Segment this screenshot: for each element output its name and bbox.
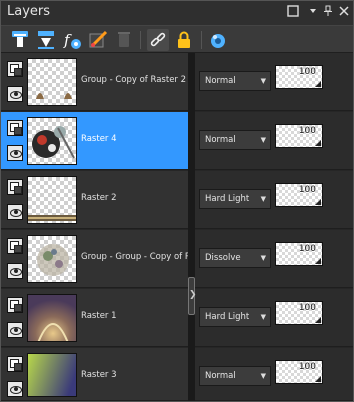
layer-mask-icon[interactable] — [7, 120, 23, 136]
layers-toolbar: f — [1, 25, 353, 53]
layer-row[interactable]: Raster 1 — [1, 289, 188, 347]
layer-controls: Normal ▼ 100 — [195, 348, 353, 401]
opacity-value: 100 — [298, 244, 316, 254]
opacity-field[interactable]: 100 — [275, 183, 323, 207]
layer-mask-icon[interactable] — [7, 238, 23, 254]
opacity-field[interactable]: 100 — [275, 360, 323, 384]
layer-controls: Hard Light ▼ 100 — [195, 289, 353, 347]
splitter-handle[interactable]: ❯ — [188, 277, 197, 315]
blend-mode-value: Dissolve — [205, 253, 241, 263]
link-icon[interactable] — [147, 29, 169, 51]
blend-mode-select[interactable]: Normal ▼ — [199, 366, 271, 386]
chevron-right-icon: ❯ — [189, 290, 197, 300]
layer-controls: Normal ▼ 100 — [195, 112, 353, 170]
layer-thumbnail — [27, 176, 77, 224]
toolbar-separator — [201, 31, 202, 49]
layer-controls: Dissolve ▼ 100 — [195, 230, 353, 288]
blend-mode-select[interactable]: Normal ▼ — [199, 130, 271, 150]
restore-icon[interactable] — [286, 5, 300, 19]
visibility-eye-icon[interactable] — [7, 86, 23, 102]
layer-name[interactable]: Raster 4 — [81, 134, 188, 144]
chevron-down-icon: ▼ — [260, 195, 266, 203]
visibility-eye-icon[interactable] — [7, 263, 23, 279]
layer-thumbnail — [27, 117, 77, 165]
merge-down-icon[interactable] — [35, 29, 57, 51]
blend-mode-select[interactable]: Dissolve ▼ — [199, 248, 271, 268]
layer-thumbnail — [27, 235, 77, 283]
layer-mask-icon[interactable] — [7, 356, 23, 372]
blend-mode-select[interactable]: Hard Light ▼ — [199, 189, 271, 209]
chevron-down-icon: ▼ — [260, 313, 266, 321]
layer-name[interactable]: Group - Group - Copy of Raster 2 — [81, 252, 188, 262]
lock-icon[interactable] — [173, 29, 195, 51]
layer-thumbnail — [27, 294, 77, 342]
layer-controls: Hard Light ▼ 100 — [195, 171, 353, 229]
layer-name[interactable]: Raster 2 — [81, 193, 188, 203]
chevron-down-icon: ▼ — [260, 372, 266, 380]
blend-mode-value: Hard Light — [205, 312, 250, 322]
opacity-value: 100 — [298, 126, 316, 136]
opacity-value: 100 — [298, 185, 316, 195]
delete-layer-icon[interactable] — [113, 29, 135, 51]
visibility-eye-icon[interactable] — [7, 381, 23, 397]
chevron-down-icon: ▼ — [260, 77, 266, 85]
layer-name[interactable]: Raster 3 — [81, 370, 188, 380]
opacity-field[interactable]: 100 — [275, 65, 323, 89]
opacity-field[interactable]: 100 — [275, 301, 323, 325]
blend-mode-value: Normal — [205, 76, 236, 86]
layer-row[interactable]: Raster 2 — [1, 171, 188, 229]
opacity-value: 100 — [298, 303, 316, 313]
blend-mode-value: Hard Light — [205, 194, 250, 204]
layer-controls: Normal ▼ 100 — [195, 53, 353, 111]
blend-mode-select[interactable]: Normal ▼ — [199, 71, 271, 91]
chevron-down-icon: ▼ — [260, 254, 266, 262]
layer-name[interactable]: Group - Copy of Raster 2 — [81, 75, 188, 85]
blend-mode-select[interactable]: Hard Light ▼ — [199, 307, 271, 327]
menu-icon[interactable] — [306, 5, 320, 19]
layer-mask-icon[interactable] — [7, 61, 23, 77]
blend-mode-value: Normal — [205, 371, 236, 381]
edit-mask-icon[interactable] — [87, 29, 109, 51]
blend-mode-value: Normal — [205, 135, 236, 145]
layer-name[interactable]: Raster 1 — [81, 311, 188, 321]
opacity-value: 100 — [298, 67, 316, 77]
layer-thumbnail — [27, 58, 77, 106]
pin-icon[interactable] — [321, 5, 335, 19]
layer-row[interactable]: Group - Group - Copy of Raster 2 — [1, 230, 188, 288]
panel-titlebar[interactable]: Layers — [1, 1, 353, 25]
visibility-eye-icon[interactable] — [7, 322, 23, 338]
new-adjustment-layer-icon[interactable]: f — [61, 29, 83, 51]
new-raster-layer-icon[interactable] — [9, 29, 31, 51]
opacity-field[interactable]: 100 — [275, 124, 323, 148]
layer-thumbnail — [27, 353, 77, 397]
opacity-value: 100 — [298, 362, 316, 372]
layer-row[interactable]: Group - Copy of Raster 2 — [1, 53, 188, 111]
toolbar-separator — [140, 31, 141, 49]
chevron-down-icon: ▼ — [260, 136, 266, 144]
column-splitter[interactable] — [188, 53, 195, 401]
layer-mask-icon[interactable] — [7, 297, 23, 313]
panel-title: Layers — [7, 4, 51, 19]
opacity-field[interactable]: 100 — [275, 242, 323, 266]
visibility-eye-icon[interactable] — [7, 145, 23, 161]
layer-row[interactable]: Raster 4 — [1, 112, 188, 170]
close-icon[interactable] — [337, 5, 351, 19]
svg-text:f: f — [63, 31, 72, 49]
layer-properties-icon[interactable] — [207, 29, 229, 51]
layer-mask-icon[interactable] — [7, 179, 23, 195]
visibility-eye-icon[interactable] — [7, 204, 23, 220]
layers-panel: Layers f Group - Copy of Raster 2 Normal… — [0, 0, 354, 402]
layer-row[interactable]: Raster 3 — [1, 348, 188, 401]
